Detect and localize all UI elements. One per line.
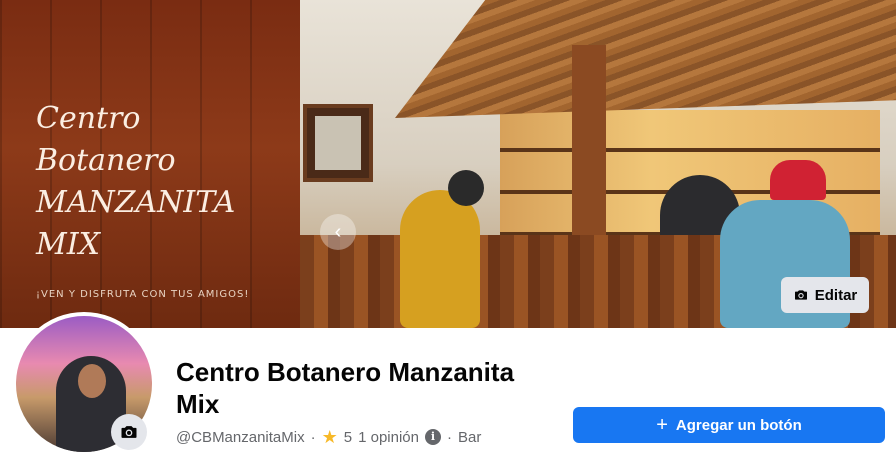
edit-cover-button[interactable]: Editar [781, 277, 869, 313]
star-icon: ★ [321, 426, 338, 447]
page-category[interactable]: Bar [458, 429, 481, 446]
plus-icon: + [656, 414, 668, 436]
add-button-button[interactable]: + Agregar un botón [573, 407, 885, 443]
customer-left [400, 190, 480, 328]
wooden-post [572, 45, 606, 255]
page-handle[interactable]: @CBManzanitaMix [176, 429, 305, 446]
cover-photo[interactable]: Centro Botanero MANZANITA MIX ¡VEN Y DIS… [0, 0, 896, 328]
cover-title: Centro Botanero MANZANITA MIX [36, 101, 236, 262]
page-meta: @CBManzanitaMix · ★ 5 1 opinión i · Bar [176, 425, 481, 449]
info-icon[interactable]: i [424, 429, 441, 445]
avatar-face [78, 364, 106, 398]
edit-cover-label: Editar [814, 286, 858, 304]
reviews-link[interactable]: 1 opinión [358, 429, 419, 446]
camera-icon [121, 426, 137, 438]
page-title: Centro Botanero Manzanita Mix [176, 357, 515, 419]
update-profile-picture-button[interactable] [111, 414, 147, 450]
wall-picture [303, 104, 373, 182]
meta-separator: · [446, 428, 452, 446]
rating-value: 5 [343, 428, 353, 446]
customer-left-cap [448, 170, 484, 206]
bar-roof [395, 0, 896, 118]
customer-right-cap [770, 160, 826, 200]
cover-branding-panel: Centro Botanero MANZANITA MIX ¡VEN Y DIS… [0, 0, 300, 328]
camera-icon [794, 290, 807, 300]
cover-tagline: ¡VEN Y DISFRUTA CON TUS AMIGOS! [36, 289, 250, 300]
cover-prev-arrow-icon[interactable]: ‹ [320, 214, 356, 250]
add-button-label: Agregar un botón [675, 416, 802, 434]
meta-separator: · [310, 428, 316, 446]
